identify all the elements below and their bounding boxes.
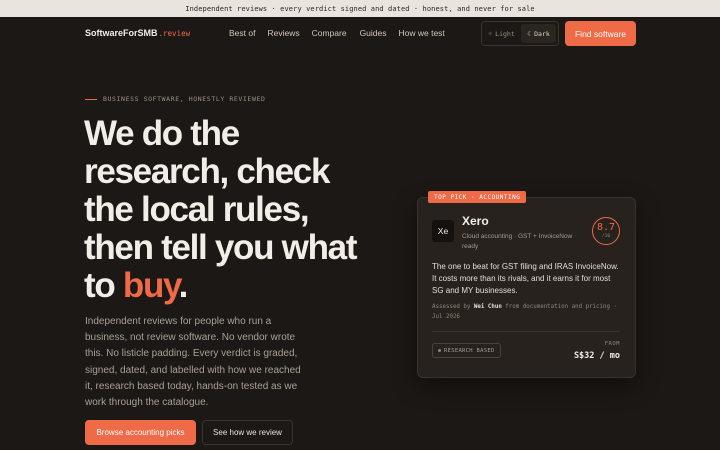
nav-link-compare[interactable]: Compare [312,28,347,38]
see-how-we-review-button[interactable]: See how we review [202,420,293,445]
hero-lede: Independent reviews for people who run a… [85,316,301,409]
announcement-bar: Independent reviews · every verdict sign… [0,0,720,17]
theme-dark-label: Dark [534,29,550,38]
announcement-text: Independent reviews · every verdict sign… [185,4,535,13]
theme-light-label: Light [495,29,515,38]
theme-dark-option[interactable]: ☾ Dark [521,24,556,43]
eyebrow-rule [85,98,97,100]
primary-nav: Best of Reviews Compare Guides How we te… [229,28,445,38]
product-logo: Xe [432,220,454,242]
card-divider [432,331,620,332]
assessed-prefix: Assessed by [432,304,474,310]
headline-accent: buy [122,266,180,305]
moon-icon: ☾ [527,29,532,38]
theme-toggle: ☼ Light ☾ Dark [481,21,559,46]
find-software-button[interactable]: Find software [565,21,636,46]
eyebrow-text: BUSINESS SOFTWARE, HONESTLY REVIEWED [103,95,266,103]
hero-eyebrow: BUSINESS SOFTWARE, HONESTLY REVIEWED [85,95,265,103]
product-subtitle: Cloud accounting · GST + InvoiceNow read… [462,233,573,250]
research-based-badge: RESEARCH BASED [432,343,501,358]
browse-accounting-picks-button[interactable]: Browse accounting picks [85,420,196,445]
reviewer-name: Wei Chun [473,304,502,310]
sun-icon: ☼ [488,29,493,38]
assessment-note: Assessed by Wei Chun from documentation … [432,303,622,322]
score-badge: 8.7 /10 [592,217,620,245]
product-name[interactable]: Xero [462,214,489,228]
product-price: S$32 / mo [573,351,620,361]
nav-link-guides[interactable]: Guides [360,28,387,38]
hero-headline: We do the research, check the local rule… [84,115,374,305]
theme-light-option[interactable]: ☼ Light [484,24,519,43]
badge-label: RESEARCH BASED [444,347,495,354]
product-verdict: The one to beat for GST filing and IRAS … [432,262,619,296]
top-pick-tag: TOP PICK · ACCOUNTING [428,191,527,203]
nav-link-how-we-test[interactable]: How we test [399,28,445,38]
headline-end: . [178,266,189,305]
nav-link-best-of[interactable]: Best of [229,28,255,38]
brand-logo[interactable]: SoftwareForSMB.review [85,28,190,38]
brand-tld: .review [158,29,191,38]
score-value: 8.7 [596,221,616,233]
nav-link-reviews[interactable]: Reviews [267,28,299,38]
score-scale: /10 [601,233,611,239]
status-dot-icon [438,349,441,352]
price-from-label: FROM [604,341,620,347]
brand-name: SoftwareForSMB [85,28,158,38]
